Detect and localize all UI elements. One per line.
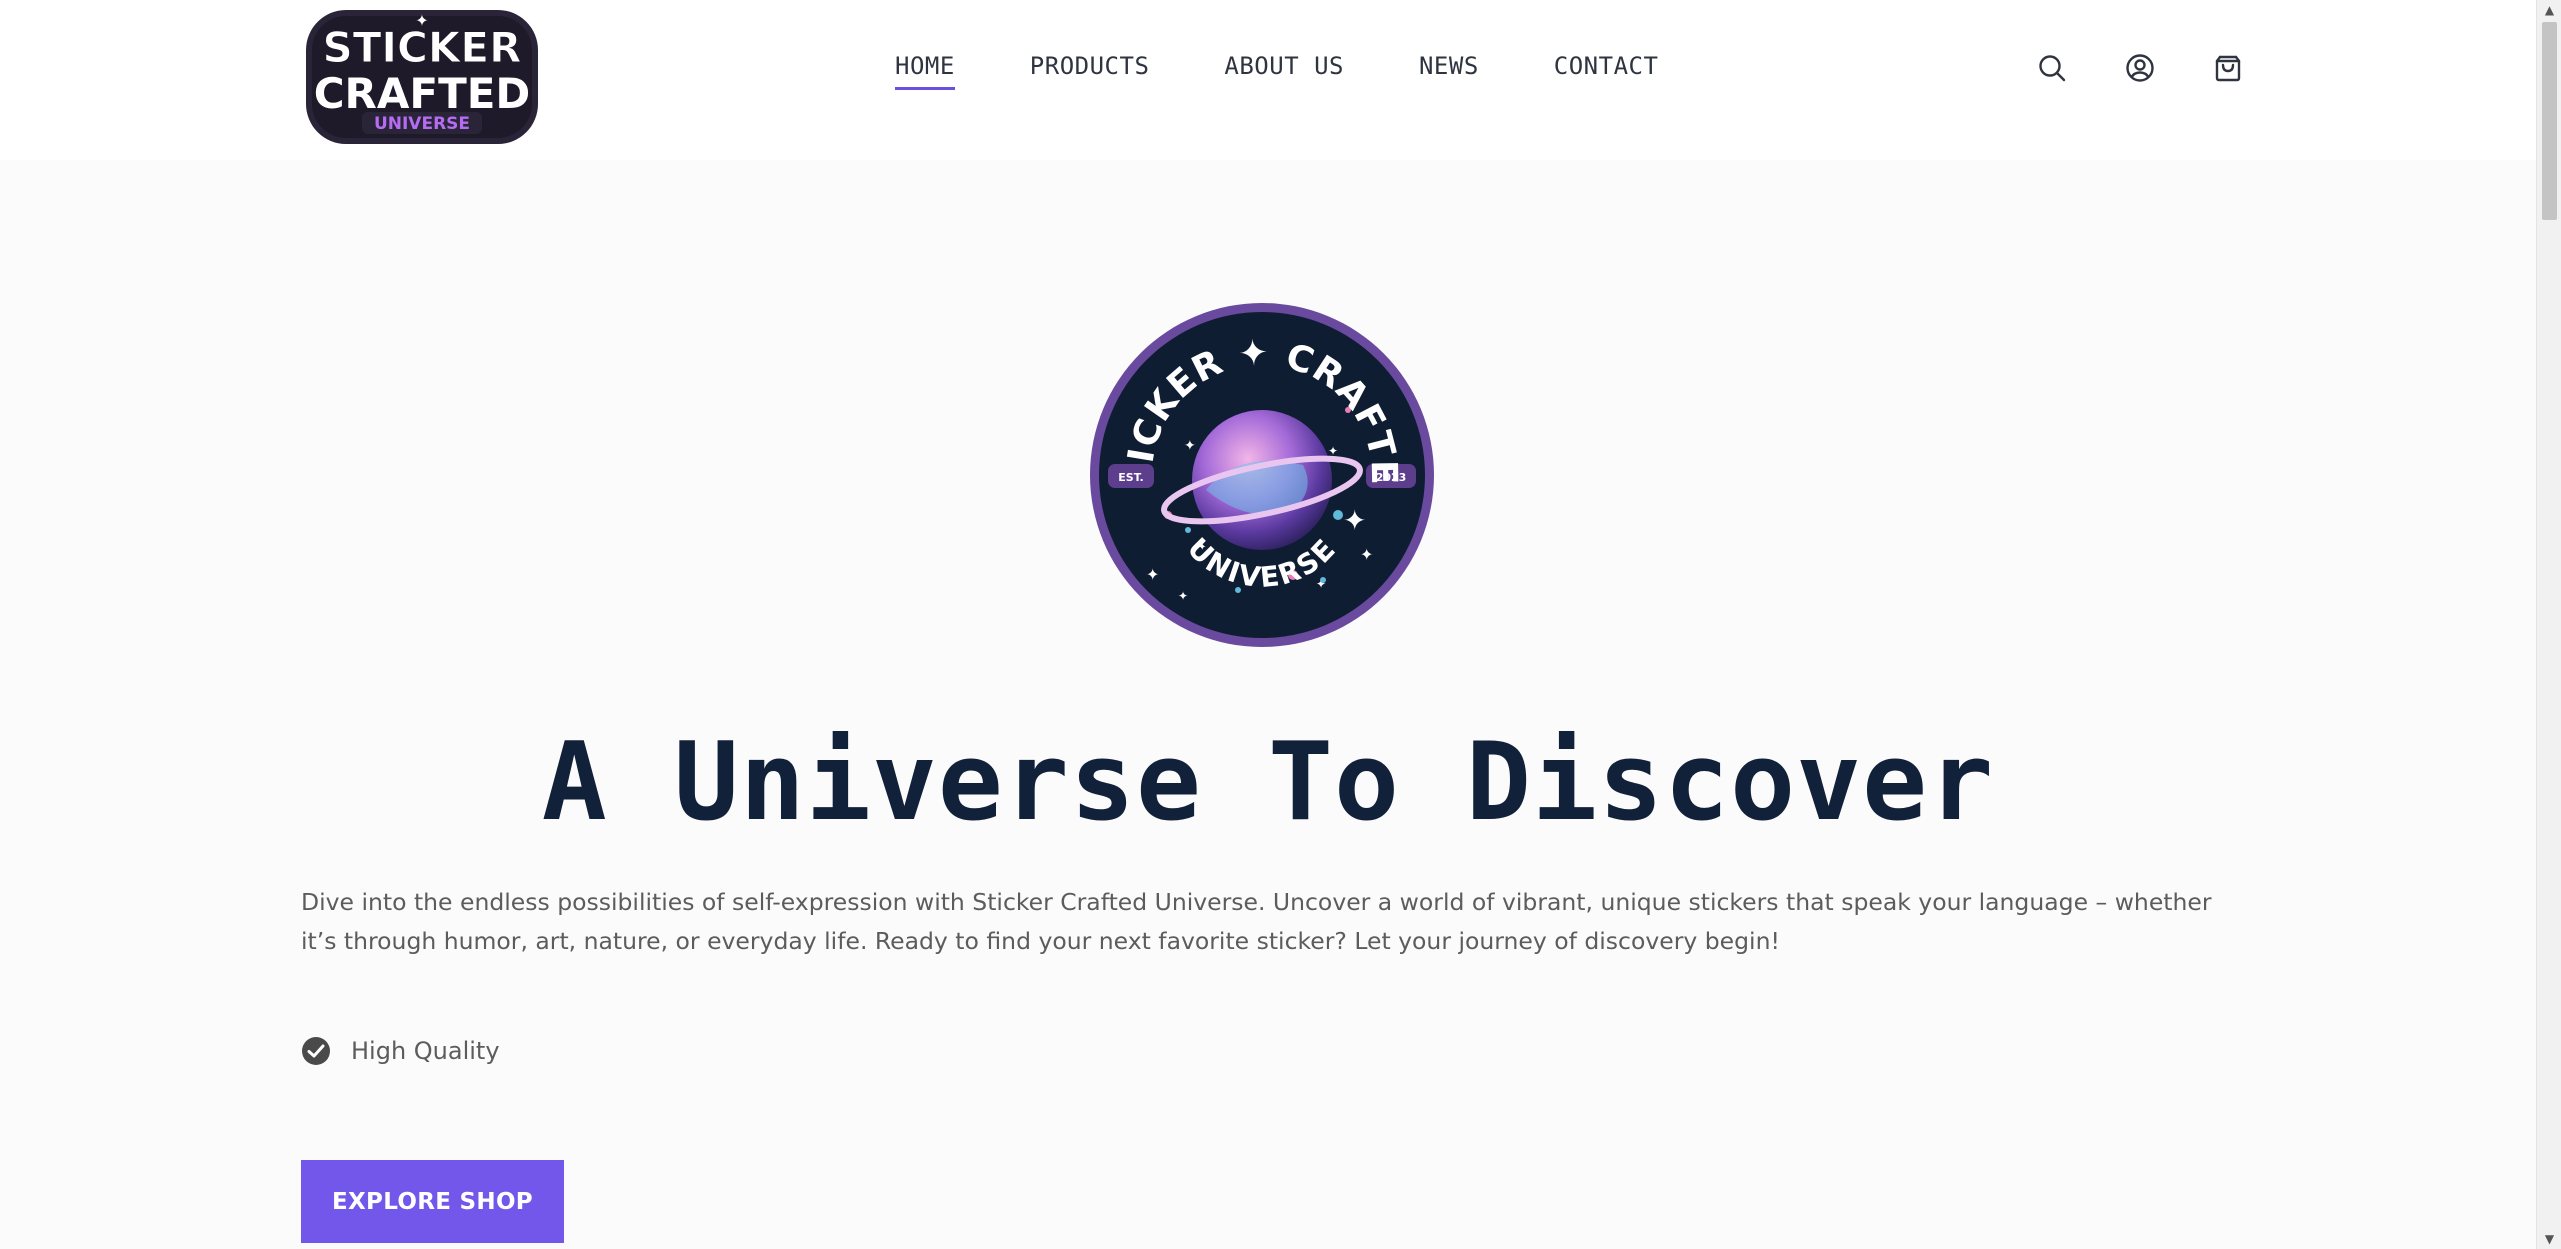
scrollbar[interactable]: ▲ ▼: [2536, 0, 2561, 1249]
scroll-thumb[interactable]: [2542, 22, 2557, 220]
svg-text:✦: ✦: [1360, 545, 1373, 564]
search-icon[interactable]: [2036, 52, 2068, 84]
site-header: STICKER CRAFTED UNIVERSE ✦ HOME PRODUCTS…: [0, 0, 2536, 160]
scroll-down-arrow-icon[interactable]: ▼: [2537, 1229, 2561, 1249]
feature-item: High Quality: [301, 1036, 500, 1066]
logo-text-line3: UNIVERSE: [374, 114, 470, 134]
svg-text:✦: ✦: [415, 11, 428, 30]
nav-news[interactable]: NEWS: [1419, 52, 1479, 90]
hero-badge-logo: ✦ ✦ ✦ ✦ ✦ ✦ ✦ ✦ EST. 2023 ICKER ✦ CRAFTE…: [1088, 300, 1434, 647]
logo-text-line2: CRAFTED: [314, 69, 531, 118]
explore-shop-button[interactable]: EXPLORE SHOP: [301, 1160, 564, 1243]
feature-label: High Quality: [351, 1037, 500, 1065]
nav-home[interactable]: HOME: [895, 52, 955, 90]
cart-icon[interactable]: [2212, 52, 2244, 84]
badge-left-tag: EST.: [1118, 471, 1143, 484]
site-logo[interactable]: STICKER CRAFTED UNIVERSE ✦: [302, 2, 542, 148]
scroll-up-arrow-icon[interactable]: ▲: [2537, 0, 2561, 20]
hero-description: Dive into the endless possibilities of s…: [301, 888, 2212, 955]
check-circle-icon: [302, 1037, 330, 1065]
nav-products[interactable]: PRODUCTS: [1030, 52, 1150, 90]
svg-text:✦: ✦: [1343, 504, 1366, 537]
main-nav: HOME PRODUCTS ABOUT US NEWS CONTACT: [895, 52, 1658, 90]
nav-contact[interactable]: CONTACT: [1554, 52, 1659, 90]
nav-about-us[interactable]: ABOUT US: [1224, 52, 1344, 90]
svg-text:✦: ✦: [1146, 565, 1159, 584]
account-icon[interactable]: [2124, 52, 2156, 84]
page: STICKER CRAFTED UNIVERSE ✦ HOME PRODUCTS…: [0, 0, 2561, 1249]
header-actions: [2036, 52, 2244, 84]
hero-title: A Universe To Discover: [541, 720, 1995, 845]
svg-text:✦: ✦: [1184, 438, 1196, 454]
svg-text:✦: ✦: [1178, 589, 1188, 603]
logo-text-line1: STICKER: [323, 23, 522, 72]
